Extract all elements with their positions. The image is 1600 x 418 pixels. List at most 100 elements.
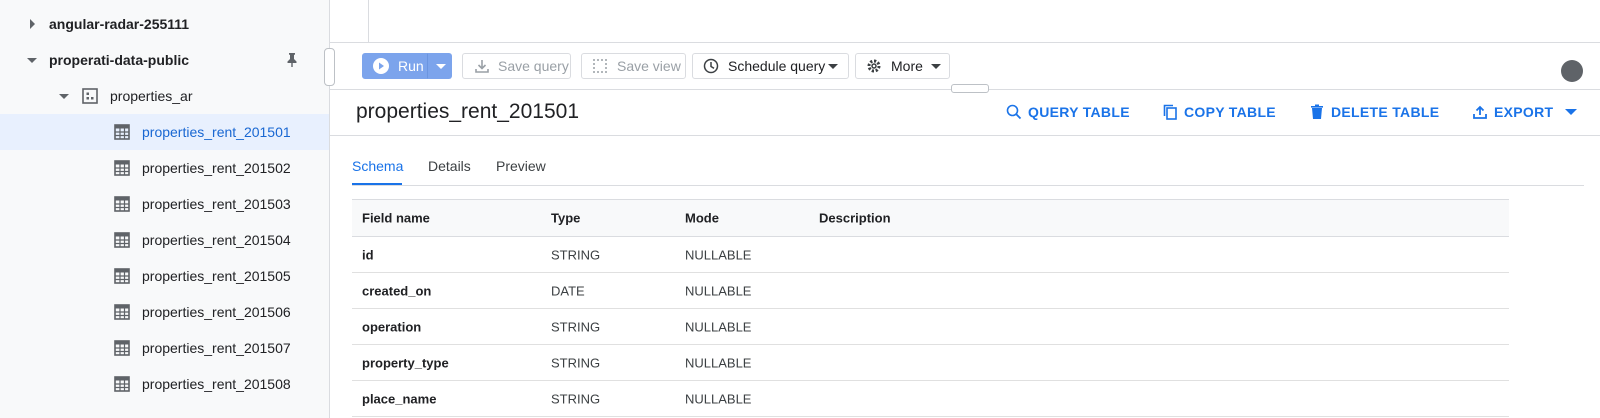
header-divider [330,135,1600,136]
table-label: properties_rent_201508 [142,376,291,392]
schema-table: Field name Type Mode Description id STRIN… [352,199,1509,417]
caret-down-icon[interactable] [59,94,69,99]
table-icon [114,196,130,212]
pin-icon[interactable] [284,52,300,68]
tree-project-angular-radar[interactable]: angular-radar-255111 [0,6,329,42]
run-label: Run [398,58,424,74]
column-header: Mode [685,210,719,226]
chevron-down-icon [436,64,446,69]
tree-table-item[interactable]: properties_rent_201505 [0,258,329,294]
table-icon [114,160,130,176]
table-label: properties_rent_201501 [142,124,291,140]
more-label: More [891,58,923,74]
table-icon [114,304,130,320]
active-tab-indicator [352,183,402,185]
export-button[interactable]: EXPORT [1472,104,1578,120]
download-icon [475,60,489,73]
schema-cell-type: STRING [551,355,601,370]
query-table-label: QUERY TABLE [1028,104,1130,120]
tree-dataset-properties-ar[interactable]: properties_ar [0,78,329,114]
gear-icon [867,59,881,73]
save-view-label: Save view [617,58,681,74]
panel-resize-handle[interactable] [951,84,989,93]
table-label: properties_rent_201502 [142,160,291,176]
chevron-down-icon [931,64,941,69]
table-label: properties_rent_201504 [142,232,291,248]
copy-icon [1163,104,1177,120]
table-icon [114,340,130,356]
explorer-sidebar: angular-radar-255111 properati-data-publ… [0,0,330,418]
table-label: properties_rent_201507 [142,340,291,356]
run-options-button[interactable] [427,53,452,79]
table-label: properties_rent_201503 [142,196,291,212]
copy-table-button[interactable]: COPY TABLE [1162,104,1276,120]
dataset-label: properties_ar [110,88,193,104]
schema-cell-type: STRING [551,391,601,406]
schema-cell-mode: NULLABLE [685,319,752,334]
caret-down-icon[interactable] [27,58,37,63]
schema-header-row: Field name Type Mode Description [352,199,1509,237]
table-row: created_on DATE NULLABLE [352,273,1509,309]
caret-right-icon[interactable] [30,19,35,29]
tree-table-item[interactable]: properties_rent_201507 [0,330,329,366]
tree-project-properati[interactable]: properati-data-public [0,42,329,78]
play-circle-icon [373,58,389,74]
schema-cell-type: STRING [551,319,601,334]
save-query-label: Save query [498,58,569,74]
trash-icon [1311,104,1323,119]
tree-table-item[interactable]: properties_rent_201504 [0,222,329,258]
table-row: id STRING NULLABLE [352,237,1509,273]
more-button[interactable]: More [855,53,950,79]
table-row: place_name STRING NULLABLE [352,381,1509,417]
table-icon [114,376,130,392]
tab-details[interactable]: Details [428,158,471,174]
export-label: EXPORT [1494,104,1554,120]
column-header: Type [551,210,581,226]
schema-cell-field: created_on [362,283,432,298]
table-label: properties_rent_201506 [142,304,291,320]
upload-icon [1473,105,1487,119]
schema-cell-mode: NULLABLE [685,247,752,262]
tree-table-item[interactable]: properties_rent_201503 [0,186,329,222]
schema-cell-type: STRING [551,247,601,262]
tab-preview[interactable]: Preview [496,158,546,174]
editor-gutter [330,0,369,42]
table-row: property_type STRING NULLABLE [352,345,1509,381]
schema-cell-type: DATE [551,283,585,298]
tree-table-item[interactable]: properties_rent_201508 [0,366,329,402]
chevron-down-icon [828,64,838,69]
table-icon [114,268,130,284]
schema-cell-field: property_type [362,355,449,370]
tabs-divider [352,185,1584,186]
table-icon [114,232,130,248]
delete-table-button[interactable]: DELETE TABLE [1309,104,1439,120]
delete-table-label: DELETE TABLE [1331,104,1440,120]
schema-cell-mode: NULLABLE [685,283,752,298]
schedule-query-label: Schedule query [728,58,826,74]
tree-table-item[interactable]: properties_rent_201502 [0,150,329,186]
query-toolbar: Run Save query Save view Schedule query … [330,43,1600,90]
clock-icon [703,58,719,74]
copy-table-label: COPY TABLE [1184,104,1276,120]
table-row: operation STRING NULLABLE [352,309,1509,345]
chevron-down-icon[interactable] [1565,109,1578,115]
query-search-icon [1006,104,1022,120]
table-label: properties_rent_201505 [142,268,291,284]
tab-schema[interactable]: Schema [352,158,403,174]
table-icon [114,124,130,140]
status-indicator[interactable] [1561,60,1583,82]
tree-table-item[interactable]: properties_rent_201506 [0,294,329,330]
column-header: Field name [362,210,430,226]
project-label: properati-data-public [49,52,190,68]
save-view-button[interactable]: Save view [581,53,686,79]
schema-cell-field: operation [362,319,422,334]
schema-cell-field: place_name [362,391,437,406]
save-query-button[interactable]: Save query [462,53,571,79]
dataset-icon [82,88,98,104]
schema-cell-mode: NULLABLE [685,391,752,406]
query-table-button[interactable]: QUERY TABLE [1006,104,1130,120]
column-header: Description [819,210,891,226]
schedule-query-button[interactable]: Schedule query [692,53,849,79]
tree-table-item[interactable]: properties_rent_201501 [0,114,329,150]
run-button[interactable]: Run [362,53,427,79]
